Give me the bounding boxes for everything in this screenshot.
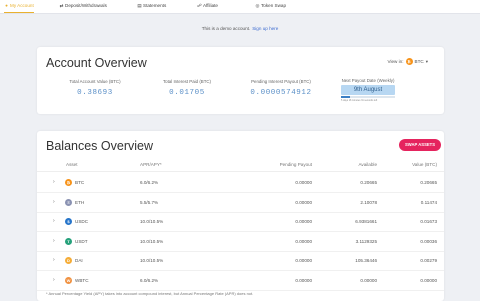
top-navigation: ● My Account ⇄ Deposit/Withdrawals ▤Statem… (0, 0, 480, 14)
table-row[interactable]: › D DAI 10.0/10.5% 0.00000 105.36446 0.00279 (37, 251, 444, 271)
stat-total-interest-paid: Total Interest Paid (BTC) 0.01705 (162, 79, 212, 97)
chevron-right-icon[interactable]: › (53, 232, 55, 251)
apy-value: 5.5/5.7% (140, 199, 159, 205)
chevron-right-icon[interactable]: › (53, 212, 55, 231)
asset-name: USDT (75, 238, 88, 244)
pending-payout-value: 0.00000 (295, 238, 312, 244)
usdt-icon: T (65, 237, 72, 245)
btc-value: 0.00279 (420, 258, 437, 263)
transfer-icon: ⇄ (59, 3, 64, 8)
asset-cell: ₿ BTC (65, 173, 84, 192)
document-icon: ▤ (137, 3, 142, 8)
btc-value: 0.00036 (420, 238, 437, 244)
table-row[interactable]: › Ξ ETH 5.5/5.7% 0.00000 2.10078 0.11474 (37, 193, 444, 213)
tab-token-swap[interactable]: ◎ Token Swap (255, 0, 286, 13)
chevron-down-icon: ▾ (425, 58, 428, 64)
chevron-right-icon[interactable]: › (53, 271, 55, 290)
available-value: 2.10078 (360, 199, 377, 205)
payout-progress-bar (341, 96, 395, 98)
apy-value: 6.0/6.2% (140, 277, 159, 283)
balances-table-header: Asset APR/APY* Pending Payout Available … (37, 159, 444, 172)
balances-overview-title: Balances Overview (46, 139, 153, 153)
btc-icon: ₿ (405, 58, 413, 65)
payout-progress-fill (341, 96, 350, 98)
apy-value: 10.0/10.5% (140, 219, 164, 224)
apy-value: 10.0/10.5% (140, 258, 164, 263)
chevron-right-icon[interactable]: › (53, 251, 55, 270)
table-row[interactable]: › W WBTC 6.0/6.2% 0.00000 0.00000 0.00000 (37, 271, 444, 291)
pending-payout-value: 0.00000 (295, 219, 312, 224)
asset-name: ETH (75, 199, 85, 205)
swap-icon: ◎ (255, 3, 260, 8)
table-row[interactable]: › $ USDC 10.0/10.5% 0.00000 6.9381661 0.01673 (37, 212, 444, 232)
active-tab-underline (4, 12, 34, 13)
footnote: * Annual Percentage Yield (APY) takes in… (46, 291, 254, 296)
btc-value: 0.20665 (420, 180, 437, 185)
user-icon: ● (5, 3, 8, 8)
asset-cell: D DAI (65, 251, 83, 270)
available-value: 6.9381661 (355, 219, 377, 224)
available-value: 0.00000 (360, 277, 377, 283)
sign-up-link[interactable]: Sign up here (252, 26, 278, 31)
dai-icon: D (65, 257, 72, 264)
available-value: 0.20665 (360, 180, 377, 185)
pending-payout-value: 0.00000 (295, 258, 312, 263)
asset-name: WBTC (75, 277, 89, 283)
tab-affiliate[interactable]: ☍Affiliate (197, 0, 218, 13)
tab-deposit-withdrawals[interactable]: ⇄ Deposit/Withdrawals (59, 0, 107, 13)
pending-payout-value: 0.00000 (295, 277, 312, 283)
table-row[interactable]: › ₿ BTC 6.0/6.2% 0.00000 0.20665 0.20665 (37, 173, 444, 193)
btc-value: 0.01673 (420, 219, 437, 224)
tab-statements[interactable]: ▤Statements (137, 0, 166, 13)
balances-overview-card: Balances Overview SWAP ASSETS Asset APR/… (37, 131, 444, 301)
asset-cell: W WBTC (65, 271, 89, 290)
asset-name: DAI (75, 258, 83, 263)
demo-notice: This is a demo account. Sign up here (201, 26, 279, 31)
swap-assets-button[interactable]: SWAP ASSETS (399, 139, 441, 151)
apy-value: 10.0/10.5% (140, 238, 164, 244)
chevron-right-icon[interactable]: › (53, 173, 55, 192)
asset-name: USDC (75, 219, 89, 224)
available-value: 105.36446 (355, 258, 377, 263)
stat-pending-interest-payout: Pending Interest Payout (BTC) 0.00005749… (250, 79, 312, 97)
tab-my-account[interactable]: ● My Account (4, 0, 34, 13)
table-row[interactable]: › T USDT 10.0/10.5% 0.00000 3.1129325 0.00036 (37, 232, 444, 252)
eth-icon: Ξ (65, 198, 72, 206)
asset-cell: Ξ ETH (65, 193, 84, 212)
currency-selector[interactable]: View in: ₿ BTC ▾ (387, 58, 428, 65)
pending-payout-value: 0.00000 (295, 199, 312, 205)
usdc-icon: $ (65, 218, 72, 225)
next-payout: Next Payout Date (Weekly) 9th August 5 d… (341, 78, 395, 102)
asset-cell: T USDT (65, 232, 88, 251)
chevron-right-icon[interactable]: › (53, 193, 55, 212)
btc-value: 0.00000 (420, 277, 437, 283)
btc-value: 0.11474 (420, 199, 437, 205)
available-value: 3.1129325 (355, 238, 377, 244)
pending-payout-value: 0.00000 (295, 180, 312, 185)
apy-value: 6.0/6.2% (140, 180, 159, 185)
asset-name: BTC (75, 180, 85, 185)
payout-date: 9th August (341, 85, 395, 95)
asset-cell: $ USDC (65, 212, 88, 231)
affiliate-icon: ☍ (197, 3, 202, 8)
wbtc-icon: W (65, 276, 72, 284)
btc-icon: ₿ (65, 179, 72, 186)
account-overview-title: Account Overview (46, 56, 147, 70)
stat-total-account-value: Total Account Value (BTC) 0.38693 (69, 79, 121, 97)
